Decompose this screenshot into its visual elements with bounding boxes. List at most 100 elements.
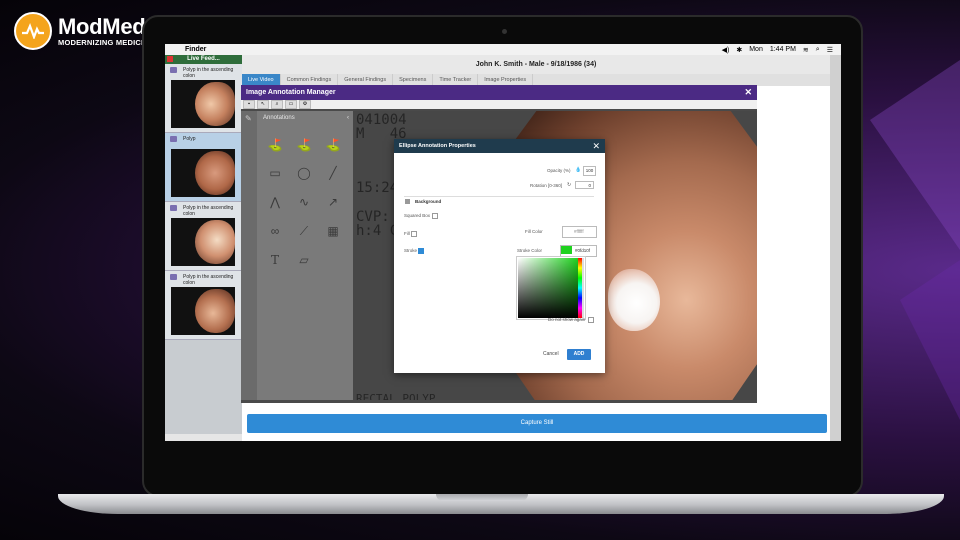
wifi-icon[interactable]: ≋: [803, 46, 809, 54]
menubar-day: Mon: [749, 46, 763, 53]
background-icon: [405, 199, 410, 204]
live-feed-item[interactable]: Polyp: [165, 133, 242, 202]
capture-still-button[interactable]: Capture Still: [247, 414, 827, 433]
ellipse-annotation-properties-dialog: Ellipse Annotation Properties ✕ Opacity …: [394, 139, 605, 373]
right-scrollbar[interactable]: [830, 55, 841, 441]
line-icon[interactable]: ╱: [324, 164, 342, 182]
close-icon[interactable]: ✕: [592, 139, 600, 153]
horizontal-scrollbar[interactable]: [165, 434, 242, 441]
live-feed-item-title: Polyp in the ascending colon: [183, 67, 234, 79]
freehand-icon[interactable]: ∿: [295, 193, 313, 211]
annotations-title: Annotations: [263, 115, 295, 121]
pencil-icon[interactable]: ✎: [245, 114, 252, 123]
live-feed-header: Live Feed...: [165, 55, 242, 64]
live-feed-item[interactable]: Polyp in the ascending colon: [165, 202, 242, 271]
text-icon[interactable]: T: [266, 251, 284, 269]
stroke-label: Stroke: [404, 248, 418, 253]
polyline-icon[interactable]: ⋀: [266, 193, 284, 211]
bluetooth-icon[interactable]: ✱: [736, 46, 742, 54]
home-icon[interactable]: [167, 56, 173, 62]
modmed-logo-icon: [14, 12, 52, 50]
stroke-checkbox[interactable]: [418, 248, 424, 254]
brand-tagline: MODERNIZING MEDICINE: [58, 37, 155, 47]
alpha-slider[interactable]: [582, 258, 584, 318]
do-not-show-label: Do not show again: [548, 317, 586, 322]
live-feed-item[interactable]: Polyp in the ascending colon: [165, 64, 242, 133]
save-icon[interactable]: ▪: [243, 100, 255, 109]
link-icon[interactable]: ∞: [266, 222, 284, 240]
fill-color-value: #ffffff: [574, 229, 584, 234]
stamp-alt-icon[interactable]: ⛳: [295, 136, 313, 154]
live-feed-item-title: Polyp in the ascending colon: [183, 205, 234, 217]
stroke-color-value: #0fd10f: [575, 248, 591, 253]
spotlight-search-icon[interactable]: ⌕: [816, 46, 820, 54]
rotation-icon: ↻: [567, 182, 572, 188]
fit-icon[interactable]: ▭: [285, 100, 297, 109]
menu-list-icon[interactable]: ☰: [827, 46, 833, 54]
annotations-panel: ✎ Annotations ‹ ⛳ ⛳ ⛳ ▭ ◯ ╱ ⋀ ∿ ↗ ∞ ⟋ ▦ …: [241, 111, 353, 400]
modmed-logo: ModMed MODERNIZING MEDICINE: [14, 12, 154, 50]
saturation-value-area[interactable]: [518, 258, 578, 318]
collapse-icon[interactable]: ‹: [347, 111, 349, 125]
annotations-header: Annotations ‹: [257, 111, 353, 125]
close-icon[interactable]: ✕: [744, 85, 752, 100]
annotation-manager-title: Image Annotation Manager: [246, 89, 336, 96]
rectangle-icon[interactable]: ▭: [266, 164, 284, 182]
video-overlay-caption: RECTAL POLYP: [356, 392, 436, 400]
image-icon: [170, 67, 177, 73]
thumbnail-image: [171, 287, 235, 335]
note-icon[interactable]: ▱: [295, 251, 313, 269]
zoom-icon[interactable]: ⌕: [271, 100, 283, 109]
opacity-icon: 💧: [575, 167, 582, 173]
live-feed-item-title: Polyp: [183, 136, 196, 142]
opacity-input[interactable]: 100: [583, 166, 596, 176]
fill-color-label: Fill Color: [525, 229, 543, 234]
polyp-region: [608, 269, 660, 331]
fill-label: Fill: [404, 231, 410, 236]
annotation-manager-titlebar: Image Annotation Manager ✕: [241, 85, 757, 100]
ellipse-icon[interactable]: ◯: [295, 164, 313, 182]
stamp-flat-icon[interactable]: ⛳: [324, 136, 342, 154]
rotation-input[interactable]: 0: [575, 181, 594, 189]
add-button[interactable]: ADD: [567, 349, 591, 360]
rotation-label: Rotation [0-360]: [530, 183, 563, 188]
video-overlay-h: h:4 C: [356, 223, 399, 239]
video-overlay-time: 15:24: [356, 180, 399, 196]
squared-box-label: Squared Box: [404, 213, 431, 218]
live-feed-item[interactable]: Polyp in the ascending colon: [165, 271, 242, 340]
stamp-icon[interactable]: ⛳: [266, 136, 284, 154]
stroke-color-swatch: [561, 246, 572, 254]
opacity-label: Opacity (%): [547, 168, 571, 173]
annotation-toolbar: ▪ ↖ ⌕ ▭ ⚙: [241, 100, 757, 109]
thumbnail-image: [171, 218, 235, 266]
squared-box-checkbox[interactable]: [432, 213, 438, 219]
menubar-app-name[interactable]: Finder: [185, 46, 206, 53]
fill-checkbox[interactable]: [411, 231, 417, 237]
patient-header: John K. Smith - Male - 9/18/1986 (34): [242, 55, 830, 74]
pointer-icon[interactable]: ↖: [257, 100, 269, 109]
laptop-notch: [436, 494, 528, 501]
image-icon: [170, 136, 177, 142]
do-not-show-checkbox[interactable]: [588, 317, 594, 323]
live-feed-panel: Live Feed... Polyp in the ascending colo…: [165, 55, 242, 441]
menubar-time[interactable]: 1:44 PM: [770, 46, 796, 53]
color-picker[interactable]: [516, 256, 586, 320]
thumbnail-image: [171, 149, 235, 197]
dialog-title: Ellipse Annotation Properties: [399, 143, 476, 149]
cancel-button[interactable]: Cancel: [543, 351, 559, 357]
settings-icon[interactable]: ⚙: [299, 100, 311, 109]
arrow-icon[interactable]: ↗: [324, 193, 342, 211]
area-icon[interactable]: ▦: [324, 222, 342, 240]
annotations-sidebar: ✎: [241, 111, 257, 400]
stroke-color-label: Stroke Color: [517, 248, 543, 253]
thumbnail-image: [171, 80, 235, 128]
ruler-icon[interactable]: ⟋: [295, 222, 313, 240]
live-feed-item-title: Polyp in the ascending colon: [183, 274, 234, 286]
image-icon: [170, 274, 177, 280]
image-icon: [170, 205, 177, 211]
dialog-titlebar: Ellipse Annotation Properties ✕: [394, 139, 605, 153]
volume-icon[interactable]: ◀): [722, 46, 730, 54]
background-section-label: Background: [415, 199, 442, 204]
divider: [404, 196, 594, 197]
camera-icon: [502, 29, 507, 34]
